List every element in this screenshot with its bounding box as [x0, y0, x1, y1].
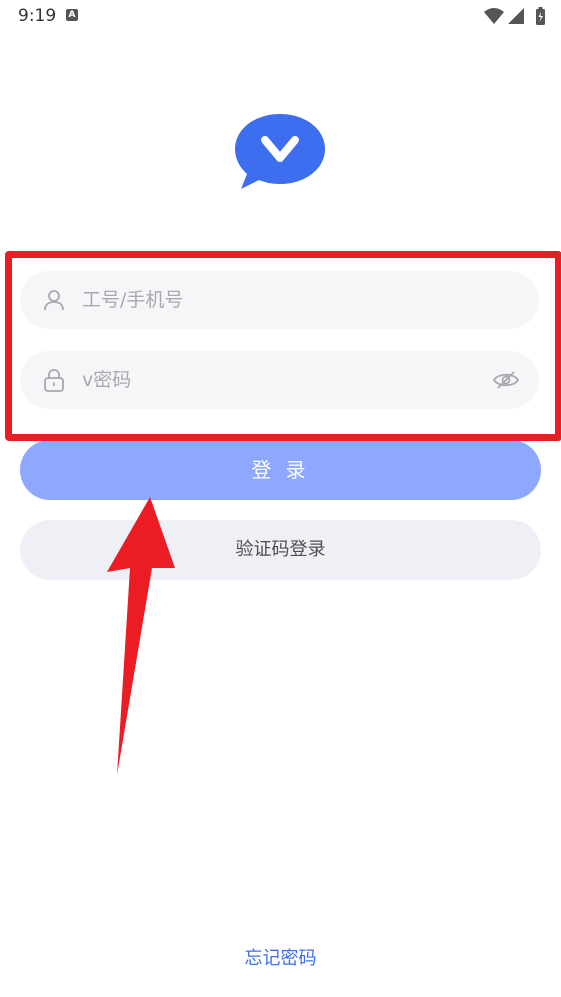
battery-icon: [536, 7, 545, 25]
forgot-password-link[interactable]: 忘记密码: [0, 944, 561, 970]
annotation-highlight-box: [5, 251, 561, 441]
status-time: 9:19: [18, 6, 57, 26]
status-icons: [484, 7, 545, 25]
code-login-button[interactable]: 验证码登录: [20, 520, 541, 580]
wifi-icon: [484, 8, 504, 24]
notification-icon: A: [66, 9, 78, 21]
login-button[interactable]: 登 录: [20, 440, 541, 500]
app-logo-icon: [235, 114, 325, 189]
signal-icon: [508, 8, 524, 24]
